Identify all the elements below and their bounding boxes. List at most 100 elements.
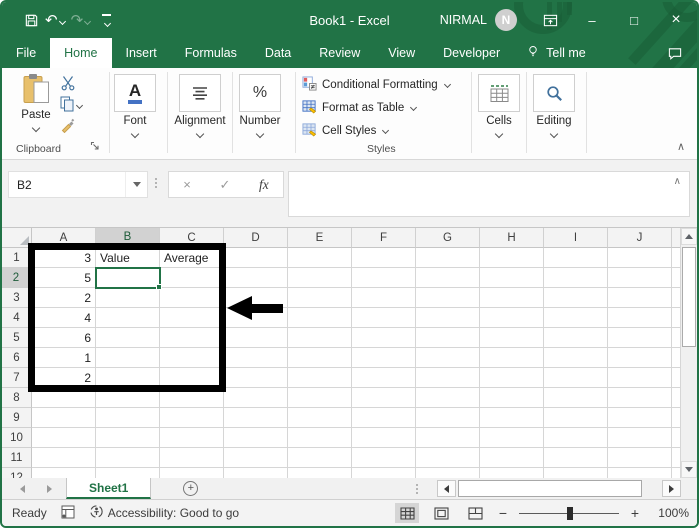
cell-D7[interactable] (224, 368, 288, 388)
zoom-in-icon[interactable]: + (629, 505, 641, 521)
cell-styles-dropdown-icon[interactable] (382, 126, 390, 135)
avatar[interactable]: N (495, 9, 517, 31)
horizontal-scrollbar-thumb[interactable] (458, 480, 642, 497)
tab-formulas[interactable]: Formulas (171, 38, 251, 68)
cell-A10[interactable] (32, 428, 96, 448)
copy-dropdown-icon[interactable] (75, 101, 84, 109)
cell-H1[interactable] (480, 248, 544, 268)
cell-D12[interactable] (224, 468, 288, 478)
accessibility-status[interactable]: Accessibility: Good to go (89, 504, 239, 522)
cell-E10[interactable] (288, 428, 352, 448)
tab-data[interactable]: Data (251, 38, 305, 68)
cell-E12[interactable] (288, 468, 352, 478)
name-box[interactable]: B2 (8, 171, 148, 198)
cells-dropdown-icon[interactable] (494, 129, 504, 139)
page-layout-view-icon[interactable] (429, 503, 453, 523)
tell-me[interactable]: Tell me (514, 38, 598, 68)
cell-H7[interactable] (480, 368, 544, 388)
cell-I6[interactable] (544, 348, 608, 368)
cell-C9[interactable] (160, 408, 224, 428)
cell-E6[interactable] (288, 348, 352, 368)
row-header-10[interactable]: 10 (2, 428, 32, 448)
cell-B11[interactable] (96, 448, 160, 468)
cell-H6[interactable] (480, 348, 544, 368)
cell-I3[interactable] (544, 288, 608, 308)
cell-D2[interactable] (224, 268, 288, 288)
cell-F9[interactable] (352, 408, 416, 428)
cell-I1[interactable] (544, 248, 608, 268)
font-dropdown-icon[interactable] (130, 129, 140, 139)
undo-button[interactable]: ↶ (45, 13, 66, 28)
cell-F6[interactable] (352, 348, 416, 368)
formula-bar-collapse-icon[interactable]: ∧ (674, 176, 681, 187)
comments-icon[interactable] (653, 38, 697, 68)
formula-input[interactable] (288, 171, 690, 217)
cell-G12[interactable] (416, 468, 480, 478)
cell-E11[interactable] (288, 448, 352, 468)
cell-F4[interactable] (352, 308, 416, 328)
paste-button[interactable]: Paste (14, 73, 58, 133)
zoom-slider-thumb[interactable] (567, 506, 573, 520)
paste-dropdown-icon[interactable] (31, 123, 41, 133)
editing-group-button[interactable]: Editing (531, 74, 577, 139)
cell-A12[interactable] (32, 468, 96, 478)
cell-D11[interactable] (224, 448, 288, 468)
cut-button[interactable] (60, 74, 82, 91)
cell-H8[interactable] (480, 388, 544, 408)
conditional-formatting-dropdown-icon[interactable] (443, 80, 451, 89)
cell-D9[interactable] (224, 408, 288, 428)
conditional-formatting-button[interactable]: Conditional Formatting (302, 73, 451, 96)
cell-A9[interactable] (32, 408, 96, 428)
column-header-D[interactable]: D (224, 228, 288, 248)
row-header-9[interactable]: 9 (2, 408, 32, 428)
clipboard-dialog-launcher-icon[interactable] (90, 141, 100, 154)
cell-D8[interactable] (224, 388, 288, 408)
cell-E1[interactable] (288, 248, 352, 268)
cell-H11[interactable] (480, 448, 544, 468)
cell-F12[interactable] (352, 468, 416, 478)
cancel-icon[interactable]: × (183, 177, 191, 192)
cell-G5[interactable] (416, 328, 480, 348)
cell-I4[interactable] (544, 308, 608, 328)
cell-E3[interactable] (288, 288, 352, 308)
maximize-button[interactable]: □ (613, 2, 655, 38)
cell-B10[interactable] (96, 428, 160, 448)
scroll-up-icon[interactable] (681, 228, 697, 245)
tab-home[interactable]: Home (50, 38, 112, 68)
scroll-down-icon[interactable] (681, 461, 697, 478)
cell-F7[interactable] (352, 368, 416, 388)
cell-D10[interactable] (224, 428, 288, 448)
cell-I8[interactable] (544, 388, 608, 408)
editing-dropdown-icon[interactable] (549, 129, 559, 139)
cell-C12[interactable] (160, 468, 224, 478)
cell-H4[interactable] (480, 308, 544, 328)
copy-button[interactable] (60, 95, 84, 112)
cell-H2[interactable] (480, 268, 544, 288)
format-painter-button[interactable] (60, 116, 82, 133)
cell-G4[interactable] (416, 308, 480, 328)
cell-E9[interactable] (288, 408, 352, 428)
cell-G9[interactable] (416, 408, 480, 428)
save-icon[interactable] (24, 13, 39, 28)
macro-record-icon[interactable] (61, 505, 75, 522)
cell-C10[interactable] (160, 428, 224, 448)
sheet-tab-sheet1[interactable]: Sheet1 (66, 478, 152, 499)
name-box-dropdown-icon[interactable] (125, 172, 147, 197)
tab-review[interactable]: Review (305, 38, 374, 68)
cell-B12[interactable] (96, 468, 160, 478)
scroll-left-icon[interactable] (437, 480, 456, 497)
tab-insert[interactable]: Insert (112, 38, 171, 68)
cell-H3[interactable] (480, 288, 544, 308)
cell-G11[interactable] (416, 448, 480, 468)
cell-J12[interactable] (608, 468, 672, 478)
column-header-J[interactable]: J (608, 228, 672, 248)
cell-D5[interactable] (224, 328, 288, 348)
tab-file[interactable]: File (2, 38, 50, 68)
cell-F5[interactable] (352, 328, 416, 348)
cell-E8[interactable] (288, 388, 352, 408)
cell-F11[interactable] (352, 448, 416, 468)
ribbon-display-options-icon[interactable] (529, 2, 571, 38)
column-header-I[interactable]: I (544, 228, 608, 248)
cell-F10[interactable] (352, 428, 416, 448)
close-button[interactable]: × (655, 2, 697, 38)
